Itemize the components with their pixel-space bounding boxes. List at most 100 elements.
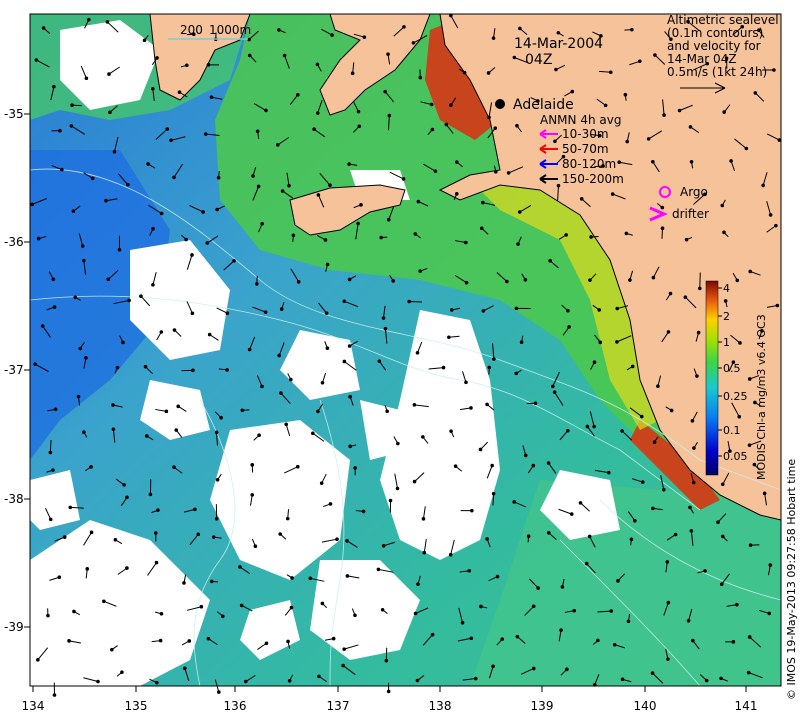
velocity-arrowhead <box>415 678 420 683</box>
velocity-arrowhead <box>691 480 696 485</box>
velocity-arrowhead <box>418 269 423 273</box>
velocity-arrowhead <box>630 27 634 32</box>
velocity-arrowhead <box>90 176 95 181</box>
velocity-arrowhead <box>762 491 767 496</box>
velocity-arrowhead <box>279 307 284 311</box>
velocity-arrowhead <box>514 371 519 376</box>
velocity-arrowhead <box>381 543 386 548</box>
velocity-arrowhead <box>362 35 367 39</box>
altimetry-line-3: and velocity for <box>667 39 761 53</box>
velocity-arrowhead <box>286 639 290 644</box>
velocity-arrowhead <box>448 552 453 557</box>
velocity-arrowhead <box>205 241 210 245</box>
velocity-arrowhead <box>247 347 252 352</box>
velocity-arrowhead <box>280 189 285 193</box>
velocity-arrowhead <box>174 428 179 432</box>
velocity-arrowhead <box>341 663 345 668</box>
velocity-arrowhead <box>279 391 283 395</box>
anmn-entry-label: 150-200m <box>562 172 624 186</box>
velocity-arrowhead <box>662 113 666 117</box>
velocity-arrowhead <box>587 534 592 539</box>
velocity-arrowhead <box>359 203 363 207</box>
velocity-arrowhead <box>747 443 752 447</box>
velocity-arrowhead <box>184 237 188 242</box>
velocity-arrowhead <box>76 394 81 399</box>
velocity-arrowhead <box>720 534 725 539</box>
velocity-arrowhead <box>512 55 517 60</box>
velocity-arrowhead <box>579 197 584 201</box>
plot-area <box>29 13 782 697</box>
velocity-arrowhead <box>342 299 347 304</box>
velocity-arrowhead <box>96 679 100 684</box>
velocity-arrowhead <box>250 493 255 497</box>
velocity-arrowhead <box>585 424 590 429</box>
velocity-arrowhead <box>491 491 496 496</box>
velocity-arrowhead <box>517 210 522 214</box>
velocity-arrow <box>409 300 422 303</box>
velocity-arrowhead <box>533 401 538 406</box>
velocity-arrowhead <box>660 226 665 230</box>
velocity-arrowhead <box>356 109 361 114</box>
velocity-arrowhead <box>115 365 120 370</box>
velocity-arrowhead <box>388 498 393 503</box>
velocity-arrowhead <box>422 550 427 555</box>
velocity-arrowhead <box>317 674 321 679</box>
velocity-arrowhead <box>190 311 195 316</box>
y-axis: -35 -36 -37 -38 -39 <box>4 107 30 634</box>
scale-label-200: 200 <box>180 23 203 37</box>
velocity-arrowhead <box>692 446 696 450</box>
velocity-arrowhead <box>584 561 589 566</box>
velocity-arrowhead <box>257 433 261 438</box>
velocity-arrowhead <box>250 463 255 467</box>
velocity-arrowhead <box>386 689 391 694</box>
velocity-arrowhead <box>325 346 330 351</box>
city-label: Adelaide <box>513 97 574 113</box>
velocity-arrowhead <box>52 693 57 697</box>
velocity-arrowhead <box>660 205 665 210</box>
altimetry-note: Altimetric sealevel (0.1m contours) and … <box>667 13 779 94</box>
velocity-arrowhead <box>518 26 522 31</box>
velocity-arrowhead <box>565 667 569 672</box>
velocity-arrowhead <box>486 71 491 75</box>
velocity-arrowhead <box>454 192 459 196</box>
velocity-arrowhead <box>500 637 505 641</box>
velocity-arrowhead <box>569 512 574 516</box>
velocity-arrowhead <box>380 607 385 612</box>
velocity-arrowhead <box>125 495 129 500</box>
velocity-arrowhead <box>703 569 707 573</box>
velocity-arrowhead <box>491 664 495 669</box>
velocity-arrowhead <box>121 340 125 345</box>
velocity-arrowhead <box>312 127 316 132</box>
altimetry-line-4: 14-Mar 04Z <box>667 52 737 66</box>
velocity-arrowhead <box>464 280 469 285</box>
velocity-arrowhead <box>253 544 258 549</box>
velocity-arrowhead <box>289 377 293 382</box>
velocity-arrowhead <box>315 62 320 67</box>
velocity-arrowhead <box>653 53 657 57</box>
velocity-arrowhead <box>620 677 625 682</box>
anmn-entry-label: 10-30m <box>562 127 609 141</box>
velocity-arrowhead <box>199 604 204 609</box>
velocity-arrowhead <box>36 658 40 662</box>
velocity-arrowhead <box>379 235 383 240</box>
velocity-arrowhead <box>387 113 392 118</box>
velocity-arrowhead <box>735 602 739 607</box>
velocity-arrowhead <box>696 330 701 335</box>
velocity-arrowhead <box>626 619 631 624</box>
velocity-arrowhead <box>52 84 56 89</box>
velocity-arrowhead <box>455 160 459 164</box>
velocity-arrowhead <box>357 124 362 129</box>
y-tick-label: -38 <box>4 492 24 506</box>
y-tick-label: -36 <box>4 235 24 249</box>
velocity-arrowhead <box>661 487 666 492</box>
colorbar-tick-label: 1 <box>723 336 730 349</box>
velocity-arrowhead <box>62 535 67 539</box>
velocity-arrowhead <box>588 278 592 282</box>
velocity-arrowhead <box>377 359 382 363</box>
velocity-arrowhead <box>172 465 176 470</box>
velocity-arrowhead <box>40 324 45 328</box>
velocity-arrowhead <box>744 146 749 151</box>
velocity-arrowhead <box>84 76 89 81</box>
velocity-arrowhead <box>164 409 169 414</box>
velocity-arrowhead <box>225 311 230 316</box>
